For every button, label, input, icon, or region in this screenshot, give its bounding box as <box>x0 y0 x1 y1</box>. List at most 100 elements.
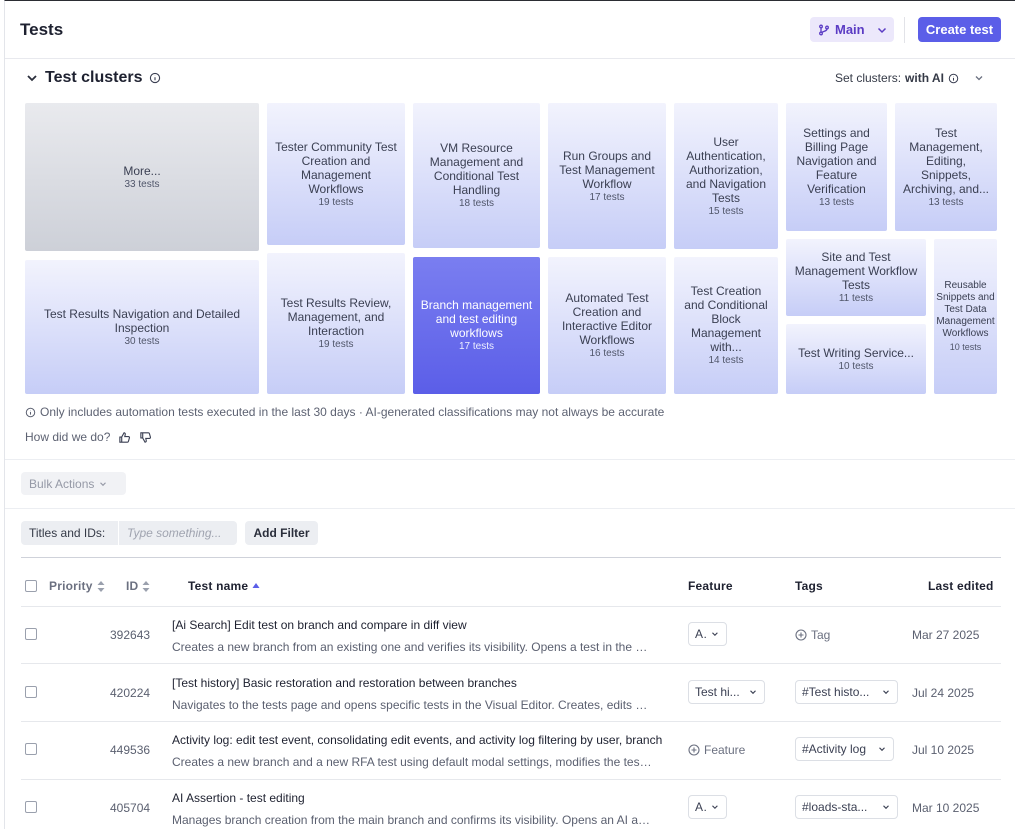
disclaimer-text: Only includes automation tests executed … <box>40 405 665 419</box>
cluster-tile[interactable]: Automated Test Creation and Interactive … <box>548 257 666 394</box>
cluster-count: 17 tests <box>589 191 625 203</box>
thumbs-down-icon[interactable] <box>139 431 152 444</box>
cluster-count: 14 tests <box>708 355 744 366</box>
bulk-actions-button[interactable]: Bulk Actions <box>21 472 126 495</box>
chevron-down-icon <box>879 747 885 752</box>
cluster-tile[interactable]: Tester Community Test Creation and Manag… <box>267 103 405 245</box>
test-description: Creates a new branch and a new RFA test … <box>172 755 653 769</box>
header-divider <box>904 17 905 43</box>
cluster-tile[interactable]: Test Management, Editing, Snippets, Arch… <box>895 103 997 231</box>
cluster-name: Settings and Billing Page Navigation and… <box>796 125 877 196</box>
tag-select[interactable]: #loads-sta... <box>795 795 898 819</box>
feature-select[interactable]: AI <box>688 795 727 819</box>
set-clusters-selector[interactable]: Set clusters: with AI <box>835 71 985 85</box>
sort-ascending-icon <box>252 583 260 588</box>
column-label: Tags <box>795 579 823 593</box>
cluster-tile[interactable]: More... 33 tests <box>25 103 259 251</box>
cluster-tile[interactable]: Reusable Snippets and Test Data Manageme… <box>934 239 997 394</box>
cluster-count: 19 tests <box>318 339 354 350</box>
cluster-name: Test Management, Editing, Snippets, Arch… <box>902 125 990 196</box>
branch-selector-button[interactable]: Main <box>810 17 894 42</box>
last-edited-date: Mar 10 2025 <box>912 801 980 815</box>
cluster-name: Branch management and test editing workf… <box>420 298 533 340</box>
section-divider <box>5 459 1015 460</box>
cluster-tile[interactable]: Test Results Review, Management, and Int… <box>267 253 405 394</box>
test-title-link[interactable]: [Test history] Basic restoration and res… <box>172 676 662 690</box>
clusters-title: Test clusters <box>45 69 143 86</box>
create-test-button[interactable]: Create test <box>918 17 1001 42</box>
tag-select[interactable]: #Test histo... <box>795 680 898 704</box>
row-checkbox[interactable] <box>25 686 37 698</box>
cluster-tile[interactable]: User Authentication, Authorization, and … <box>674 103 778 249</box>
sort-icon <box>97 580 105 592</box>
column-header-tags: Tags <box>795 579 823 593</box>
tag-select[interactable]: #Activity log <box>795 737 894 761</box>
cluster-tile[interactable]: Run Groups and Test Management Workflow … <box>548 103 666 249</box>
cluster-name: Reusable Snippets and Test Data Manageme… <box>936 280 995 339</box>
filter-search-input[interactable] <box>119 521 237 545</box>
cluster-tile[interactable]: VM Resource Management and Conditional T… <box>413 103 540 248</box>
chevron-down-icon <box>883 690 889 695</box>
cluster-tile[interactable]: Site and Test Management Workflow Tests … <box>786 239 926 316</box>
cluster-name: More... <box>123 163 161 178</box>
tag-value: #Test histo... <box>802 685 870 699</box>
row-checkbox[interactable] <box>25 801 37 813</box>
feature-value: Test hi... <box>695 685 740 699</box>
cluster-count: 17 tests <box>458 341 495 352</box>
row-checkbox[interactable] <box>25 743 37 755</box>
info-icon <box>25 407 36 417</box>
test-title-link[interactable]: Activity log: edit test event, consolida… <box>172 733 662 747</box>
row-divider <box>21 721 1001 722</box>
column-header-priority[interactable]: Priority <box>49 579 105 593</box>
cluster-name: Site and Test Management Workflow Tests <box>794 250 918 292</box>
column-header-last-edited[interactable]: Last edited <box>928 579 994 593</box>
cluster-tile-selected[interactable]: Branch management and test editing workf… <box>413 257 540 394</box>
filter-divider <box>21 557 1001 558</box>
test-title-link[interactable]: [Ai Search] Edit test on branch and comp… <box>172 618 662 632</box>
last-edited-date: Mar 27 2025 <box>912 628 980 642</box>
collapse-chevron-icon[interactable] <box>25 71 39 85</box>
feedback-row: How did we do? <box>25 430 152 444</box>
test-title-link[interactable]: AI Assertion - test editing <box>172 791 662 805</box>
add-feature-button[interactable]: Feature <box>688 743 745 757</box>
cluster-count: 13 tests <box>818 196 855 208</box>
bulk-actions-label: Bulk Actions <box>29 476 95 491</box>
app-frame: Tests Main Create test Test clusters Set… <box>4 0 1015 829</box>
plus-circle-icon <box>688 744 700 756</box>
cluster-count: 11 tests <box>838 293 874 304</box>
cluster-tile[interactable]: Test Writing Service... 10 tests <box>786 324 926 394</box>
thumbs-up-icon[interactable] <box>118 431 131 444</box>
column-header-feature: Feature <box>688 579 733 593</box>
info-icon <box>948 73 959 83</box>
info-icon[interactable] <box>149 72 161 84</box>
row-checkbox[interactable] <box>25 628 37 640</box>
sort-icon <box>142 580 150 592</box>
cluster-tile[interactable]: Settings and Billing Page Navigation and… <box>786 103 887 231</box>
feature-select[interactable]: Test hi... <box>688 680 765 704</box>
column-header-test-name[interactable]: Test name <box>188 579 260 593</box>
add-filter-button[interactable]: Add Filter <box>245 521 318 545</box>
add-tag-label: Tag <box>811 628 831 642</box>
row-divider <box>21 663 1001 664</box>
test-description: Creates a new branch from an existing on… <box>172 640 653 654</box>
cluster-tile[interactable]: Test Results Navigation and Detailed Ins… <box>25 260 259 394</box>
column-label: Priority <box>49 579 93 593</box>
cluster-name: Test Results Navigation and Detailed Ins… <box>43 306 241 335</box>
feature-value: AI <box>695 800 707 814</box>
row-divider <box>21 606 1001 607</box>
tag-value: #loads-sta... <box>802 800 868 814</box>
cluster-tile[interactable]: Test Creation and Conditional Block Mana… <box>674 257 778 394</box>
cluster-count: 16 tests <box>589 348 625 359</box>
column-header-id[interactable]: ID <box>126 579 150 593</box>
column-label: Last edited <box>928 579 994 593</box>
select-all-checkbox[interactable] <box>25 580 37 592</box>
add-tag-button[interactable]: Tag <box>795 628 830 642</box>
chevron-down-icon <box>975 76 983 81</box>
cluster-name: User Authentication, Authorization, and … <box>685 134 767 205</box>
set-clusters-label: Set clusters: <box>835 71 902 85</box>
test-description: Manages branch creation from the main br… <box>172 813 653 827</box>
test-id: 392643 <box>110 628 151 642</box>
cluster-name: Tester Community Test Creation and Manag… <box>275 139 397 196</box>
add-feature-label: Feature <box>704 743 746 757</box>
feature-select[interactable]: AI <box>688 622 727 646</box>
